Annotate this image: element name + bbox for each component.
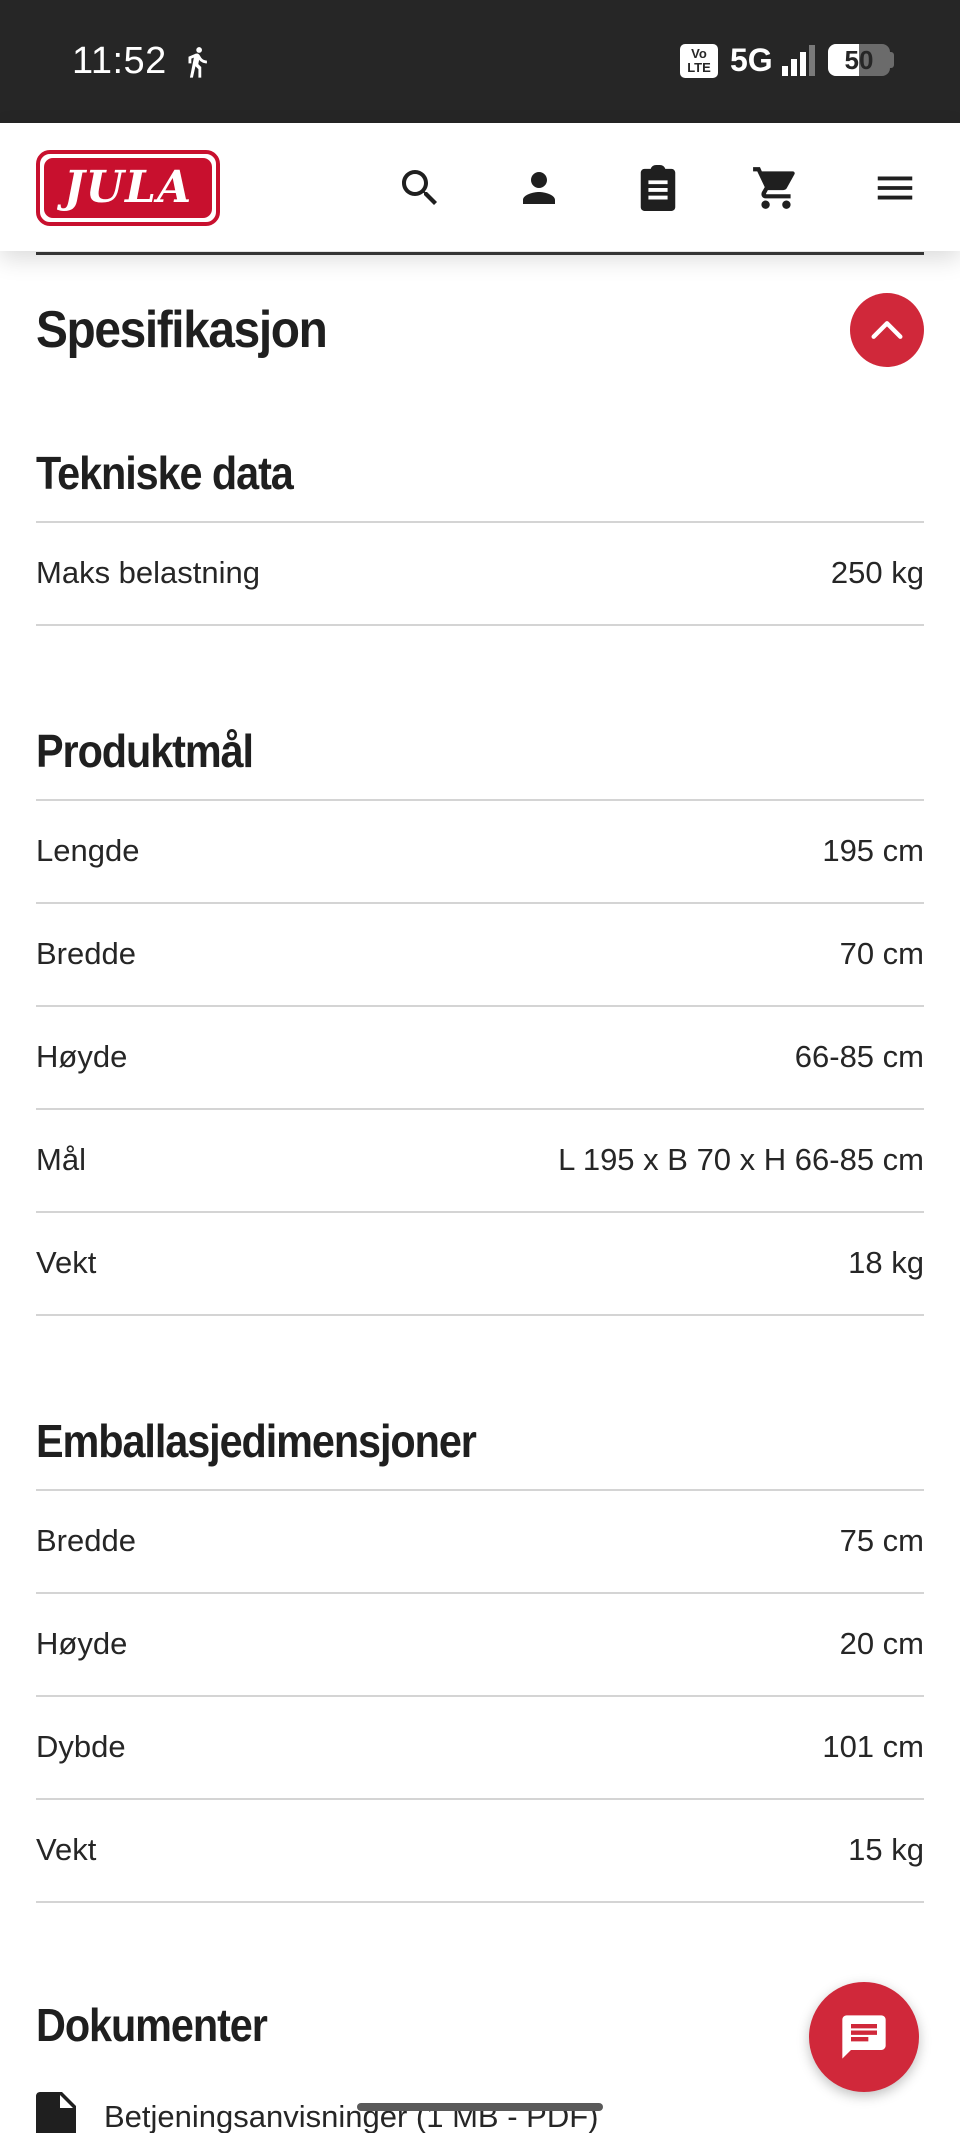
search-icon[interactable] — [390, 158, 450, 218]
document-link[interactable]: Betjeningsanvisninger (1 MB - PDF) — [36, 2092, 598, 2133]
chat-button[interactable] — [809, 1982, 919, 2092]
spec-row: Dybde 101 cm — [36, 1697, 924, 1797]
chevron-up-icon — [871, 321, 903, 339]
spec-label: Bredde — [36, 936, 136, 971]
logo-text: JULA — [44, 158, 212, 218]
spec-value: 66-85 cm — [794, 1039, 924, 1074]
clipboard-icon[interactable] — [628, 158, 688, 218]
spec-label: Mål — [36, 1142, 86, 1177]
spec-row: Høyde 20 cm — [36, 1594, 924, 1694]
chat-icon — [842, 2015, 886, 2059]
battery-level: 50 — [844, 45, 874, 75]
battery-tip — [888, 52, 894, 68]
signal-icon — [782, 45, 815, 76]
network-type: 5G — [730, 42, 773, 78]
spec-row: Bredde 75 cm — [36, 1491, 924, 1591]
spec-value: 15 kg — [848, 1832, 924, 1867]
battery-icon: 50 — [828, 44, 890, 76]
spec-label: Vekt — [36, 1832, 97, 1867]
spec-row: Mål L 195 x B 70 x H 66-85 cm — [36, 1110, 924, 1210]
spec-label: Vekt — [36, 1245, 97, 1280]
spec-row: Lengde 195 cm — [36, 801, 924, 901]
spec-label: Høyde — [36, 1039, 128, 1074]
spec-row: Maks belastning 250 kg — [36, 523, 924, 623]
cart-icon[interactable] — [746, 158, 806, 218]
group-title-tekniske-data: Tekniske data — [36, 447, 294, 499]
spec-row: Høyde 66-85 cm — [36, 1007, 924, 1107]
spec-label: Dybde — [36, 1729, 126, 1764]
section-title: Spesifikasjon — [36, 301, 328, 359]
group-title-produktmal: Produktmål — [36, 725, 254, 777]
spec-label: Lengde — [36, 833, 140, 868]
documents-title: Dokumenter — [36, 1999, 268, 2051]
spec-value: 250 kg — [830, 555, 924, 590]
spec-value: 20 cm — [839, 1626, 924, 1661]
volte-label: Vo LTE — [687, 46, 711, 75]
spec-value: 195 cm — [822, 833, 924, 868]
divider — [36, 1314, 924, 1316]
spec-row: Vekt 15 kg — [36, 1800, 924, 1900]
divider — [36, 624, 924, 626]
divider — [36, 1901, 924, 1903]
spec-row: Vekt 18 kg — [36, 1213, 924, 1313]
jula-logo[interactable]: JULA — [36, 150, 220, 226]
spec-label: Høyde — [36, 1626, 128, 1661]
section-divider — [36, 252, 924, 255]
spec-value: 70 cm — [839, 936, 924, 971]
collapse-button[interactable] — [850, 293, 924, 367]
spec-row: Bredde 70 cm — [36, 904, 924, 1004]
status-time: 11:52 — [72, 40, 167, 82]
walking-icon — [188, 47, 207, 78]
spec-value: 101 cm — [822, 1729, 924, 1764]
home-indicator[interactable] — [357, 2103, 603, 2111]
volte-icon: Vo LTE — [680, 44, 718, 78]
spec-label: Bredde — [36, 1523, 136, 1558]
status-bar: 11:52 Vo LTE 5G 50 — [0, 0, 960, 123]
account-icon[interactable] — [509, 158, 569, 218]
site-header: JULA — [0, 123, 960, 251]
document-icon — [36, 2092, 76, 2133]
menu-icon[interactable] — [865, 158, 925, 218]
spec-value: 18 kg — [848, 1245, 924, 1280]
spec-label: Maks belastning — [36, 555, 261, 590]
spec-value: L 195 x B 70 x H 66-85 cm — [558, 1142, 924, 1177]
spec-value: 75 cm — [839, 1523, 924, 1558]
group-title-emballasjedimensjoner: Emballasjedimensjoner — [36, 1415, 477, 1467]
